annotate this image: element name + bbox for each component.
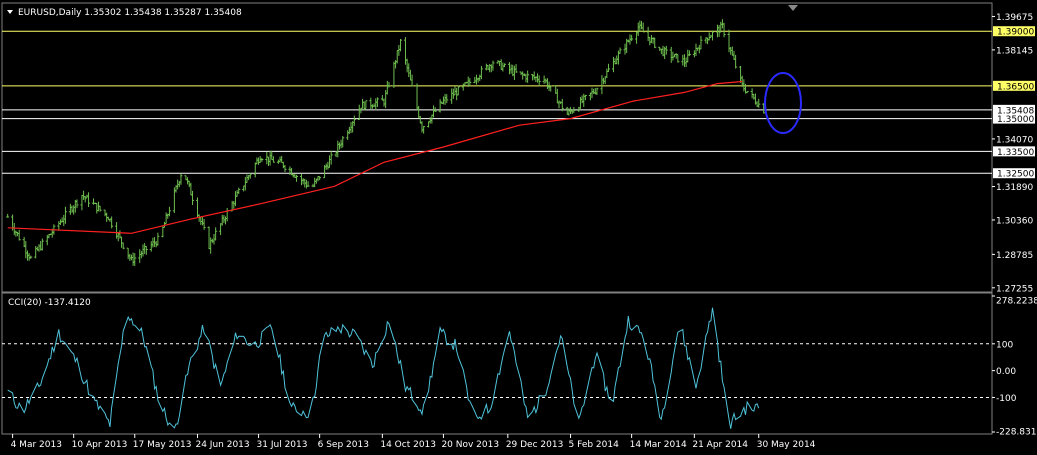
date-tick-label: 29 Dec 2013 [506, 440, 563, 450]
cci-tick-label: -100 [996, 394, 1017, 404]
shift-marker-icon[interactable] [788, 5, 798, 11]
level-label: 1.35000 [997, 115, 1034, 125]
date-tick-label: 17 May 2013 [133, 440, 192, 450]
price-tick-label: 1.30360 [996, 216, 1033, 226]
levels-layer: 1.390001.365001.354081.350001.335001.325… [2, 26, 1035, 180]
date-tick-label: 24 Jun 2013 [195, 440, 249, 450]
price-tick-label: 1.34070 [996, 135, 1033, 145]
axis-layer: 1.39675 1.38145 1.34070 1.31890 1.30360 1.287… [11, 13, 1037, 450]
level-label: 1.33500 [997, 148, 1034, 158]
price-tick-label: 1.38145 [996, 46, 1033, 56]
date-tick-label: 6 Sep 2013 [318, 440, 369, 450]
cci-header: CCI(20) -137.4120 [8, 298, 91, 308]
price-panel-frame [1, 2, 993, 293]
moving-average-line [7, 80, 743, 234]
cci-layer [2, 307, 992, 429]
price-tick-label: 1.27255 [996, 284, 1033, 294]
price-tick-label: 1.39675 [996, 13, 1033, 23]
cci-tick-label: -228.8311 [996, 428, 1037, 438]
menu-arrow-icon[interactable] [7, 10, 13, 14]
date-tick-label: 30 May 2014 [757, 440, 816, 450]
chart-root: EURUSD,Daily 1.35302 1.35438 1.35287 1.3… [1, 2, 1037, 450]
level-label: 1.36500 [997, 82, 1034, 92]
chart-header: EURUSD,Daily 1.35302 1.35438 1.35287 1.3… [18, 8, 242, 18]
ma-layer [7, 80, 743, 234]
price-tick-label: 1.28785 [996, 251, 1033, 261]
price-tick-label: 1.31890 [996, 183, 1033, 193]
level-label: 1.32500 [997, 170, 1034, 180]
cci-tick-label: 100 [996, 340, 1013, 350]
date-tick-label: 20 Nov 2013 [441, 440, 499, 450]
cci-tick-label: 0.00 [996, 367, 1016, 377]
date-tick-label: 31 Jul 2013 [257, 440, 308, 450]
cci-line [7, 307, 760, 429]
date-tick-label: 5 Feb 2014 [569, 440, 620, 450]
date-tick-label: 14 Oct 2013 [380, 440, 436, 450]
date-tick-label: 14 Mar 2014 [630, 440, 687, 450]
cci-tick-label: 278.2238 [996, 297, 1037, 307]
level-label: 1.39000 [997, 28, 1034, 38]
date-tick-label: 10 Apr 2013 [72, 440, 128, 450]
highlight-circle [764, 72, 802, 134]
candles-layer [6, 19, 766, 266]
date-tick-label: 4 Mar 2013 [11, 440, 62, 450]
date-tick-label: 21 Apr 2014 [692, 440, 748, 450]
